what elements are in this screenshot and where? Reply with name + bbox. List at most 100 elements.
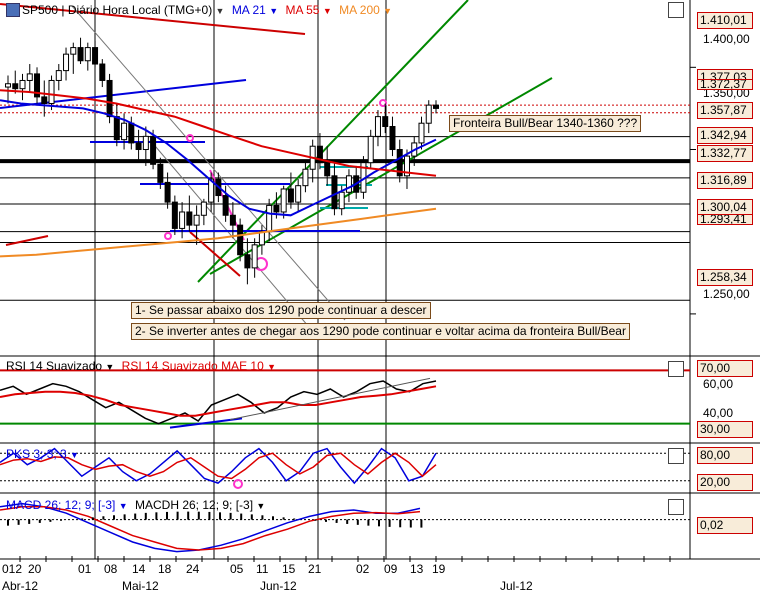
price-level-box: 1.258,34 [697, 269, 753, 286]
candle-body [179, 211, 186, 229]
x-tick-label: 01 [78, 562, 92, 576]
candle-body [157, 163, 164, 183]
candle-body [41, 96, 48, 104]
candle-body [5, 83, 11, 88]
dropdown-icon[interactable]: ▼ [119, 501, 128, 511]
x-month-label: Jun-12 [260, 579, 297, 593]
chart-description: | Diário Hora Local (TMG+0) [61, 3, 213, 17]
candle-body [171, 201, 178, 229]
rsi-tick: 40,00 [703, 406, 734, 420]
candle-body [84, 47, 91, 62]
x-month-label: Mai-12 [122, 579, 159, 593]
rsi-label[interactable]: RSI 14 Suavizado [6, 359, 102, 373]
price-level-box: 1.357,87 [697, 102, 753, 119]
candle-body [99, 63, 106, 81]
magenta-circle-marker [186, 134, 194, 142]
candle-body [222, 195, 229, 216]
candle-body [382, 116, 389, 127]
macd-header: MACD 26; 12; 9; [-3] ▼ MACDH 26; 12; 9; … [6, 497, 265, 513]
pks-label[interactable]: PKS 3; 3; 3 [6, 447, 67, 461]
x-month-label: Abr-12 [2, 579, 39, 593]
symbol-label[interactable]: SP500 [22, 3, 58, 17]
price-level-box: 1.316,89 [697, 172, 753, 189]
x-tick-label: 09 [384, 562, 398, 576]
candle-body [229, 214, 236, 226]
x-tick-label: 18 [158, 562, 172, 576]
trendline-red [5, 235, 49, 246]
candle-body [324, 162, 331, 177]
symbol-icon[interactable] [6, 3, 20, 17]
candle-body [121, 122, 128, 141]
x-tick-label: 21 [308, 562, 322, 576]
x-tick-label: 14 [132, 562, 146, 576]
candle-body [345, 175, 352, 193]
price-level-box: 1.342,94 [697, 127, 753, 144]
x-tick-label: 13 [410, 562, 424, 576]
x-tick-label: 012 [2, 562, 23, 576]
ma21-label[interactable]: MA 21 [232, 3, 266, 17]
ma55-label[interactable]: MA 55 [285, 3, 319, 17]
dropdown-icon[interactable]: ▼ [323, 6, 332, 16]
candle-body [273, 204, 280, 213]
pks-header: PKS 3; 3; 3 ▼ [6, 446, 79, 462]
annotation-fronteira[interactable]: Fronteira Bull/Bear 1340-1360 ??? [449, 115, 642, 132]
annotation-note-1[interactable]: 1- Se passar abaixo dos 1290 pode contin… [131, 302, 431, 319]
x-tick-label: 11 [256, 562, 269, 576]
ma200-label[interactable]: MA 200 [339, 3, 380, 17]
annotation-note-2[interactable]: 2- Se inverter antes de chegar aos 1290 … [131, 323, 630, 340]
price-level-box: 1.372,37 [697, 79, 753, 90]
pks-level-box: 80,00 [697, 447, 753, 464]
candle-body [280, 188, 287, 213]
x-tick-label: 08 [104, 562, 118, 576]
panel-menu-button[interactable] [668, 2, 684, 18]
x-tick-label: 02 [356, 562, 370, 576]
dropdown-icon[interactable]: ▼ [216, 6, 225, 16]
x-tick-label: 24 [186, 562, 200, 576]
dropdown-icon[interactable]: ▼ [105, 362, 114, 372]
macd-label[interactable]: MACD 26; 12; 9; [-3] [6, 498, 115, 512]
candle-body [63, 53, 70, 72]
rsi-level-box: 30,00 [697, 421, 753, 438]
macdh-label[interactable]: MACDH 26; 12; 9; [-3] [135, 498, 253, 512]
rsi-trendline [229, 377, 431, 421]
candle-body [26, 73, 33, 81]
panel-menu-button[interactable] [668, 448, 684, 464]
rsi-level-box: 70,00 [697, 360, 753, 377]
candle-body [113, 116, 120, 141]
panel-menu-button[interactable] [668, 361, 684, 377]
rsi-mae-label[interactable]: RSI 14 Suavizado MAE 10 [122, 359, 264, 373]
candle-body [70, 47, 77, 55]
candle-body [425, 104, 432, 124]
dropdown-icon[interactable]: ▼ [383, 6, 392, 16]
panel-menu-button[interactable] [668, 499, 684, 515]
candle-body [433, 104, 439, 109]
candle-body [186, 211, 193, 226]
pks-level-box: 20,00 [697, 474, 753, 491]
candle-body [128, 122, 135, 144]
candle-body [142, 135, 149, 151]
candle-body [19, 79, 26, 90]
x-tick-label: 15 [282, 562, 296, 576]
candle-body [106, 79, 113, 118]
dropdown-icon[interactable]: ▼ [256, 501, 265, 511]
magenta-circle-marker [164, 232, 172, 240]
price-level-box: 1.410,01 [697, 12, 753, 29]
candle-body [237, 224, 244, 256]
candle-body [200, 201, 207, 216]
candle-body [150, 135, 157, 165]
x-tick-label: 19 [432, 562, 446, 576]
candle-body [389, 125, 396, 151]
dropdown-icon[interactable]: ▼ [267, 362, 276, 372]
x-tick-label: 05 [230, 562, 244, 576]
candle-body [164, 181, 171, 203]
candle-body [92, 47, 99, 65]
candle-body [193, 214, 200, 226]
candle-body [302, 168, 309, 187]
dropdown-icon[interactable]: ▼ [70, 450, 79, 460]
candle-body [338, 191, 345, 210]
candle-body [266, 204, 273, 233]
candle-body [331, 175, 338, 210]
candle-body [374, 116, 381, 137]
candle-body [135, 142, 142, 151]
dropdown-icon[interactable]: ▼ [269, 6, 278, 16]
